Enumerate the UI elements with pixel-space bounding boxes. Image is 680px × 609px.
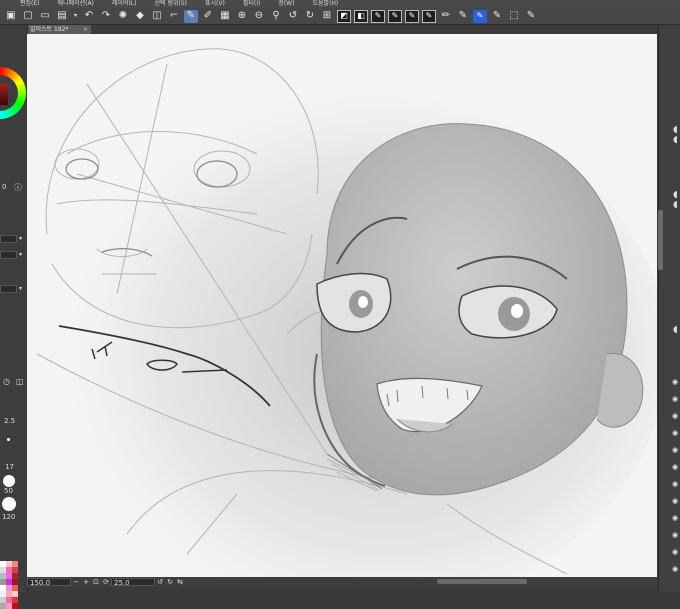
layer-visibility-icon[interactable]: ◉ (672, 395, 678, 403)
layer-visibility-icon[interactable]: ◉ (672, 463, 678, 471)
loading-icon[interactable]: ✺ (116, 10, 130, 23)
new-file-icon[interactable]: ▢ (21, 10, 35, 23)
preset-5-icon[interactable]: ✎ (422, 9, 436, 23)
copy-icon[interactable]: ▦ (218, 10, 232, 23)
brush-size-preset-small[interactable] (7, 438, 10, 441)
brush-size-value-1: 2.5 (4, 417, 16, 425)
snap-grid-icon[interactable]: ⊞ (320, 10, 334, 23)
rotate-right-icon[interactable]: ↻ (303, 10, 317, 23)
layer-visibility-icon[interactable]: ◉ (672, 429, 678, 437)
layer-visibility-icon[interactable]: ◉ (672, 446, 678, 454)
status-bar: 150.0 − + ⊡ ⟳ 25.0 ↺ ↻ ⇆ (27, 577, 657, 587)
opacity-value: 0 (2, 183, 7, 191)
chevron-down-icon[interactable]: ▾ (19, 251, 22, 258)
layer-visibility-icon[interactable]: ◉ (672, 565, 678, 573)
panel-marker-1: ◖ (673, 125, 678, 135)
zoom-out-icon[interactable]: − (71, 578, 81, 586)
info-icon[interactable]: ⓘ (14, 182, 22, 193)
chevron-down-icon[interactable]: ▾ (19, 285, 22, 292)
clock-icon[interactable]: ◷ (3, 377, 10, 386)
menu-bar: 편집(E) 애니메이션(A) 레이어(L) 선택 범위(S) 표시(V) 필터(… (0, 0, 680, 8)
pen-settings-icon[interactable]: ✐ (201, 10, 215, 23)
preset-4-icon[interactable]: ✎ (405, 9, 419, 23)
command-toolbar: ▣ ▢ ▭ ▤ ▾ ↶ ↷ ✺ ◆ ◫ ⌐ ✎ ✐ ▦ ⊕ ⊖ ⚲ ↺ ↻ ⊞ … (0, 8, 680, 25)
drawing-canvas[interactable] (27, 34, 657, 577)
preset-1-icon[interactable]: ◧ (354, 9, 368, 23)
save-icon[interactable]: ▤ (55, 10, 69, 23)
menu-item-window[interactable]: 창(W) (278, 0, 294, 8)
color-palette[interactable] (0, 561, 18, 609)
menu-item-filter[interactable]: 필터(I) (243, 0, 261, 8)
brush-size-preset-large[interactable] (2, 497, 16, 511)
panel-marker-4: ◖ (673, 200, 678, 210)
rotate-icon[interactable]: ⟳ (101, 578, 111, 586)
zoom-out-icon[interactable]: ⊖ (252, 10, 266, 23)
menu-item-animation[interactable]: 애니메이션(A) (58, 0, 94, 8)
stabilizer-icon[interactable]: ⌐ (167, 10, 181, 23)
brush-size-value-3: 50 (4, 487, 13, 495)
snap-icon[interactable]: ⚲ (269, 10, 283, 23)
flip-icon[interactable]: ◩ (337, 9, 351, 23)
document-tab-bar: 일러스트 192* × (27, 25, 657, 34)
preset-8-icon[interactable]: ✎ (473, 9, 487, 23)
panel-marker-3: ◖ (673, 190, 678, 200)
rotate-right-icon[interactable]: ↻ (165, 578, 175, 586)
anti-alias-field[interactable] (0, 285, 17, 293)
layer-visibility-icon[interactable]: ◉ (672, 531, 678, 539)
layer-visibility-icon[interactable]: ◉ (672, 412, 678, 420)
preset-9-icon[interactable]: ✎ (490, 10, 504, 23)
preset-10-icon[interactable]: ⬚ (507, 10, 521, 23)
brush-size-value-4: 120 (2, 513, 16, 521)
left-panel: 0 ⓘ ▾ ▾ ▾ ◷ ◫ 2.5 17 50 120 (0, 25, 28, 609)
menu-item-help[interactable]: 도움말(H) (312, 0, 338, 8)
brush-size-preset-medium[interactable] (3, 475, 15, 487)
layer-visibility-icon[interactable]: ◉ (672, 497, 678, 505)
vertical-scrollbar[interactable] (658, 210, 663, 270)
layer-visibility-icon[interactable]: ◉ (672, 514, 678, 522)
color-saturation-box[interactable] (0, 83, 8, 105)
menu-item-layer[interactable]: 레이어(L) (112, 0, 137, 8)
zoom-field[interactable]: 150.0 (27, 578, 71, 587)
chevron-down-icon[interactable]: ▾ (19, 235, 22, 242)
undo-icon[interactable]: ↶ (82, 10, 96, 23)
preset-3-icon[interactable]: ✎ (388, 9, 402, 23)
open-folder-icon[interactable]: ▭ (38, 10, 52, 23)
preset-2-icon[interactable]: ✎ (371, 9, 385, 23)
palette-swatch[interactable] (12, 603, 18, 609)
tab-label: 일러스트 192* (30, 26, 69, 33)
menu-item-edit[interactable]: 편집(E) (20, 0, 40, 8)
preset-11-icon[interactable]: ✎ (524, 10, 538, 23)
brush-density-field[interactable] (0, 251, 17, 259)
menu-item-view[interactable]: 표시(V) (205, 0, 225, 8)
artwork (36, 48, 657, 577)
brush-size-value-2: 17 (5, 463, 14, 471)
preset-7-icon[interactable]: ✎ (456, 10, 470, 23)
right-panel: ◖ ◖ ◖ ◖ ◖ ◉ ◉ ◉ ◉ ◉ ◉ ◉ ◉ ◉ ◉ ◉ ◉ (658, 25, 680, 592)
brush-size-field[interactable] (0, 235, 17, 243)
redo-icon[interactable]: ↷ (99, 10, 113, 23)
flip-horizontal-icon[interactable]: ⇆ (175, 578, 185, 586)
transform-icon[interactable]: ◫ (150, 10, 164, 23)
layer-visibility-icon[interactable]: ◉ (672, 378, 678, 386)
zoom-in-icon[interactable]: + (81, 578, 91, 586)
zoom-in-icon[interactable]: ⊕ (235, 10, 249, 23)
close-icon[interactable]: × (83, 25, 88, 34)
pen-icon[interactable]: ✎ (184, 9, 198, 23)
panel-marker-5: ◖ (673, 325, 678, 335)
fit-icon[interactable]: ⊡ (91, 578, 101, 586)
layer-visibility-icon[interactable]: ◉ (672, 548, 678, 556)
angle-field[interactable]: 25.0 (111, 578, 155, 587)
panel-marker-2: ◖ (673, 135, 678, 145)
preset-6-icon[interactable]: ✏ (439, 10, 453, 23)
window-icon[interactable]: ▣ (4, 10, 18, 23)
tab-illustration[interactable]: 일러스트 192* × (27, 25, 91, 34)
rotate-left-icon[interactable]: ↺ (286, 10, 300, 23)
horizontal-scrollbar[interactable] (437, 579, 527, 584)
dropdown-icon[interactable]: ▾ (72, 10, 79, 23)
rotate-left-icon[interactable]: ↺ (155, 578, 165, 586)
fill-icon[interactable]: ◆ (133, 10, 147, 23)
expand-icon[interactable]: ◫ (16, 377, 24, 386)
layer-visibility-icon[interactable]: ◉ (672, 480, 678, 488)
menu-item-selection[interactable]: 선택 범위(S) (155, 0, 187, 8)
